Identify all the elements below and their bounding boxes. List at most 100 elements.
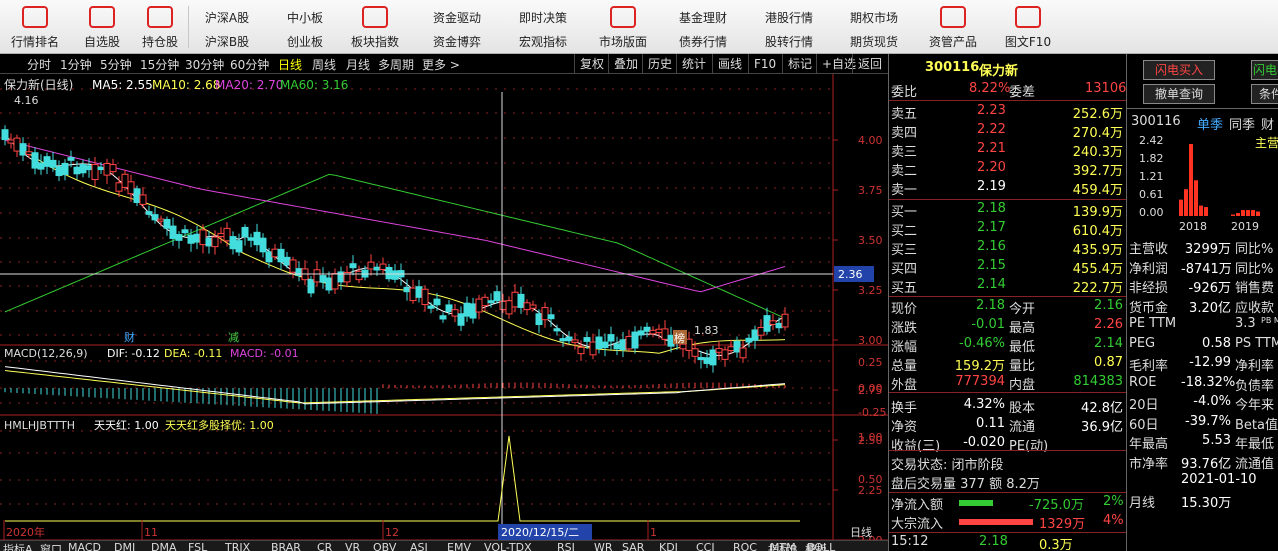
toolbar-group-label-top[interactable]: 资金驱动 [422, 9, 492, 26]
toolbar-group-9[interactable]: 资管产品 [918, 0, 988, 54]
toolbar-group-label-top[interactable]: 港股行情 [754, 9, 824, 26]
kline-chart-area[interactable]: 4.003.753.503.253.002.752.502.252.002.36… [0, 74, 888, 551]
flash-sell-button[interactable]: 闪电卖 [1251, 60, 1278, 80]
season-tab-1[interactable]: 同季 [1229, 114, 1255, 133]
candle-body [457, 313, 465, 326]
chart-tool-8[interactable]: 返回 [852, 54, 887, 74]
stat-label: 换手 [891, 401, 918, 416]
finance-ytick: 0.00 [1139, 206, 1164, 219]
toolbar-btn-2[interactable]: 持仓股 [130, 0, 190, 54]
chart-tool-6[interactable]: 标记 [782, 54, 817, 74]
period-tab-9[interactable]: 多周期 [378, 56, 414, 73]
finance-bar [1204, 207, 1208, 216]
toolbar-group-label-bottom[interactable]: 股转行情 [754, 33, 824, 50]
candle-body [175, 234, 183, 241]
toolbar-group-label-top[interactable]: 沪深A股 [192, 9, 262, 26]
indicator-tab-22[interactable]: 指标B [768, 541, 798, 551]
indicator-tab-16[interactable]: SAR [622, 541, 644, 551]
season-tab-0[interactable]: 单季 [1197, 114, 1223, 133]
toolbar-label: 持仓股 [141, 35, 178, 49]
chart-tool-2[interactable]: 历史 [642, 54, 677, 74]
finance-label2: 负债率 [1235, 378, 1275, 394]
finance-row-6: 毛利率 -12.99 净利率 [1127, 355, 1278, 374]
candle-body [325, 277, 333, 291]
candle-body [205, 237, 213, 247]
indicator-tab-23[interactable]: 模板 [805, 541, 827, 551]
indicator-tab-14[interactable]: RSI [557, 541, 575, 551]
period-tab-4[interactable]: 30分钟 [185, 56, 224, 73]
ask-volume: 240.3万 [1072, 145, 1123, 160]
indicator-tab-2[interactable]: MACD [68, 541, 101, 551]
chart-tool-5[interactable]: F10 [748, 54, 781, 74]
candle-body [499, 300, 507, 310]
indicator-tab-18[interactable]: CCI [696, 541, 715, 551]
toolbar-group-3[interactable]: 资金驱动 资金博弈 [422, 0, 492, 54]
toolbar-group-6[interactable]: 基金理财 债券行情 [668, 0, 738, 54]
indicator-tab-1[interactable]: 窗口 [40, 541, 62, 551]
indicator-tab-7[interactable]: BRAR [271, 541, 301, 551]
toolbar-group-label-bottom[interactable]: 期货现货 [839, 33, 909, 50]
order-query-button[interactable]: 撤单查询 [1143, 84, 1215, 104]
toolbar-group-label-top[interactable]: 中小板 [270, 9, 340, 26]
period-tab-7[interactable]: 周线 [312, 56, 336, 73]
period-tab-8[interactable]: 月线 [346, 56, 370, 73]
indicator-tab-8[interactable]: CR [317, 541, 332, 551]
chart-tool-4[interactable]: 画线 [712, 54, 747, 74]
period-tab-2[interactable]: 5分钟 [100, 56, 132, 73]
period-tab-10[interactable]: 更多 > [422, 56, 460, 73]
toolbar-group-label-bottom[interactable]: 宏观指标 [508, 33, 578, 50]
toolbar-group-label-bottom[interactable]: 债券行情 [668, 33, 738, 50]
indicator-tab-15[interactable]: WR [594, 541, 613, 551]
toolbar-group-4[interactable]: 即时决策 宏观指标 [508, 0, 578, 54]
indicator-tab-17[interactable]: KDJ [659, 541, 678, 551]
flash-buy-button[interactable]: 闪电买入 [1143, 60, 1215, 80]
indicator-tab-5[interactable]: FSL [188, 541, 207, 551]
candle-body [1, 129, 9, 141]
period-tab-3[interactable]: 15分钟 [140, 56, 179, 73]
indicator-tab-3[interactable]: DMI [114, 541, 135, 551]
ma5-label: MA5: 2.55 [92, 78, 153, 92]
indicator-tab-10[interactable]: OBV [373, 541, 396, 551]
indicator-tab-0[interactable]: 指标A [3, 541, 33, 551]
indicator-tab-9[interactable]: VR [345, 541, 360, 551]
toolbar-sep [188, 6, 189, 48]
candle-body [331, 272, 339, 290]
bid-row-1: 买二 2.17 610.4万 [889, 220, 1127, 239]
indicator-tab-4[interactable]: DMA [151, 541, 177, 551]
condition-button[interactable]: 条件 [1251, 84, 1278, 104]
toolbar-group-label-top[interactable]: 基金理财 [668, 9, 738, 26]
bid-label: 买一 [891, 205, 918, 220]
toolbar-group-8[interactable]: 期权市场 期货现货 [839, 0, 909, 54]
toolbar-group-5[interactable]: 市场版面 [588, 0, 658, 54]
chart-tool-1[interactable]: 叠加 [608, 54, 643, 74]
toolbar-group-0[interactable]: 沪深A股沪深B股 [192, 0, 262, 54]
chart-tool-3[interactable]: 统计 [676, 54, 711, 74]
period-tab-0[interactable]: 分时 [27, 56, 51, 73]
chart-tool-0[interactable]: 复权 [574, 54, 609, 74]
toolbar-group-label-bottom[interactable]: 沪深B股 [192, 33, 262, 50]
indicator-tab-19[interactable]: ROC [733, 541, 757, 551]
bid-price: 2.16 [977, 239, 1006, 254]
toolbar-group-1[interactable]: 中小板 创业板 [270, 0, 340, 54]
finance-bar [1241, 210, 1245, 216]
toolbar-group-label-top[interactable]: 即时决策 [508, 9, 578, 26]
indicator-tab-6[interactable]: TRIX [225, 541, 250, 551]
period-tab-1[interactable]: 1分钟 [60, 56, 92, 73]
toolbar-btn-0[interactable]: 行情排名 [5, 0, 65, 54]
season-tab-2[interactable]: 财 [1261, 114, 1274, 133]
indicator-tab-13[interactable]: VOL-TDX [484, 541, 532, 551]
toolbar-group-2[interactable]: 板块指数 [340, 0, 410, 54]
block-label: 大宗流入 [891, 517, 944, 532]
indicator-tab-11[interactable]: ASI [410, 541, 428, 551]
indicator-tab-12[interactable]: EMV [447, 541, 471, 551]
block-pct: 4% [1103, 513, 1124, 528]
toolbar-group-7[interactable]: 港股行情 股转行情 [754, 0, 824, 54]
period-tab-5[interactable]: 60分钟 [230, 56, 269, 73]
toolbar-group-10[interactable]: 图文F10 [993, 0, 1063, 54]
period-tab-6[interactable]: 日线 [278, 56, 302, 73]
toolbar-group-label-bottom[interactable]: 创业板 [270, 33, 340, 50]
stat-label2: 量比 [1009, 359, 1036, 374]
toolbar-btn-1[interactable]: 自选股 [72, 0, 132, 54]
toolbar-group-label-bottom[interactable]: 资金博弈 [422, 33, 492, 50]
toolbar-group-label-top[interactable]: 期权市场 [839, 9, 909, 26]
